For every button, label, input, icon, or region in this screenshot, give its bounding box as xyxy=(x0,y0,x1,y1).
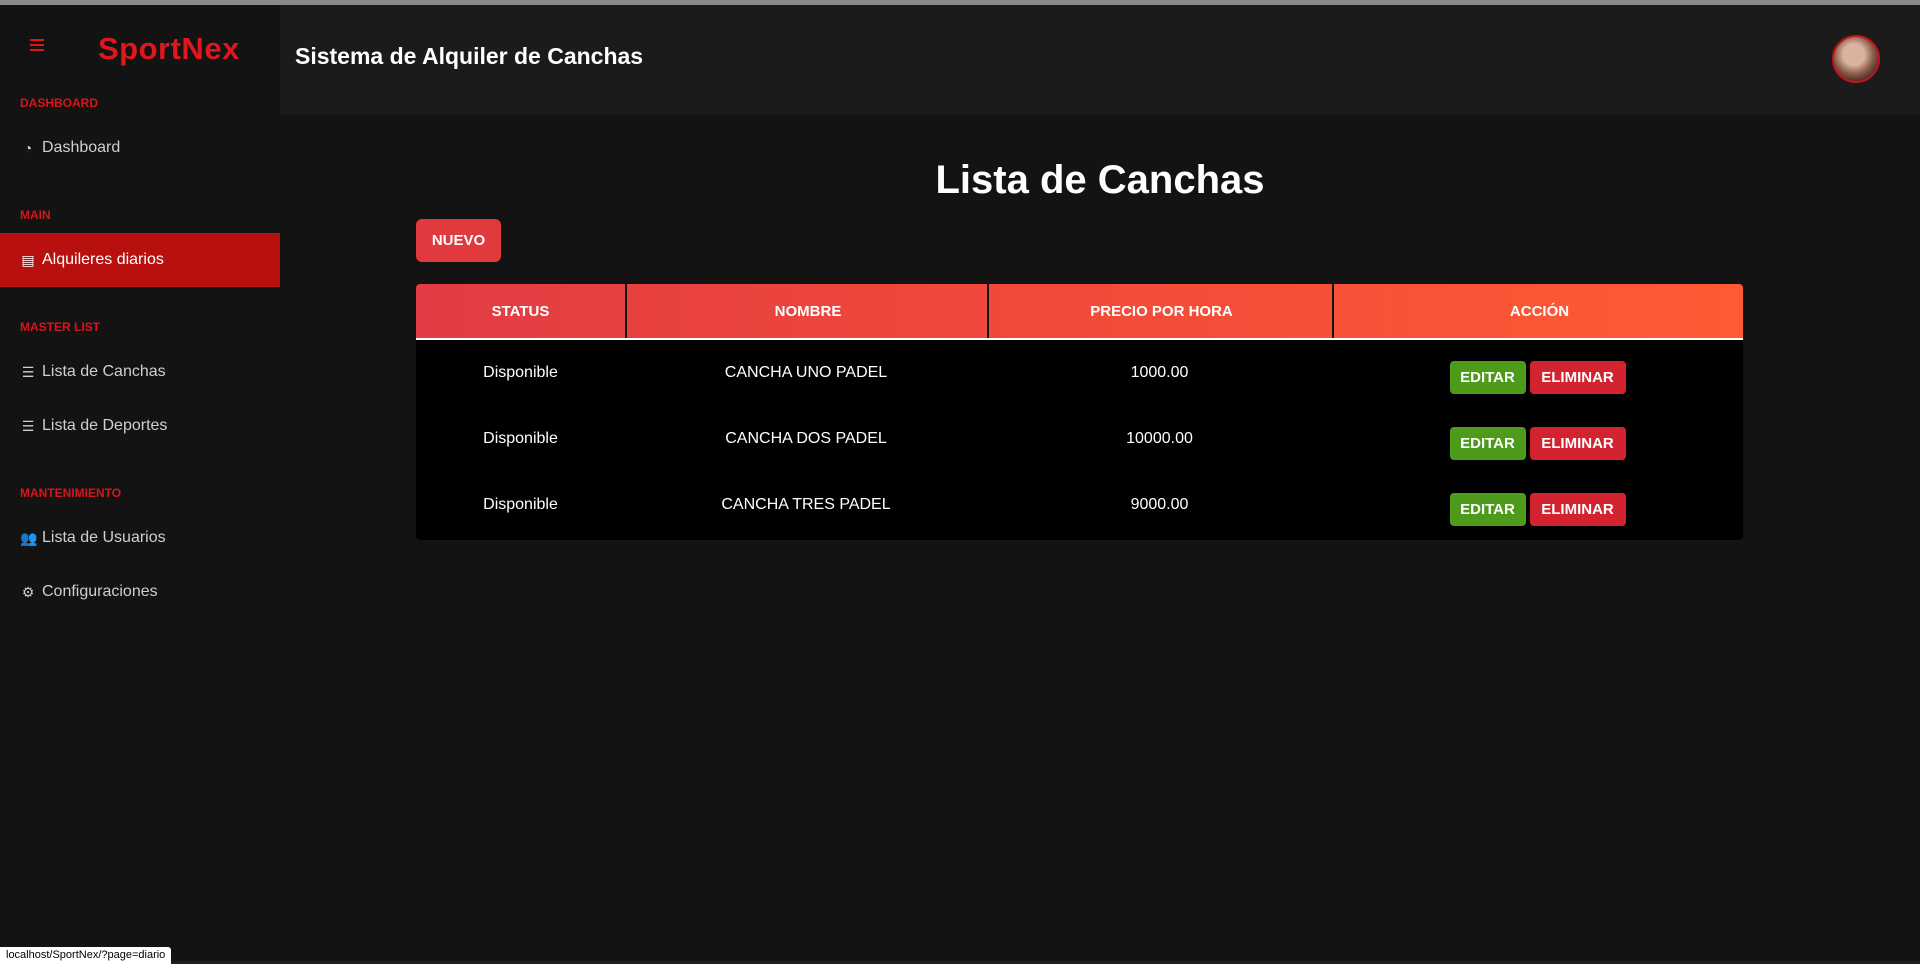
edit-button[interactable]: EDITAR xyxy=(1449,492,1526,526)
column-header-precio: PRECIO POR HORA xyxy=(987,284,1334,338)
delete-button[interactable]: ELIMINAR xyxy=(1529,492,1626,526)
sidebar-header: SportNex xyxy=(0,5,280,85)
page-title: Lista de Canchas xyxy=(935,158,1265,202)
cell-nombre: CANCHA DOS PADEL xyxy=(725,430,887,447)
column-header-status: STATUS xyxy=(491,302,550,320)
canchas-table: STATUS NOMBRE PRECIO POR HORA ACCIÓN Dis… xyxy=(416,284,1743,540)
sidebar-item-lista-usuarios[interactable]: 👥 Lista de Usuarios xyxy=(0,511,280,565)
cell-precio: 10000.00 xyxy=(1126,430,1193,447)
hamburger-menu-icon[interactable] xyxy=(30,39,44,54)
cell-status: Disponible xyxy=(483,430,558,447)
sidebar-item-lista-deportes[interactable]: ☰ Lista de Deportes xyxy=(0,399,280,453)
sidebar-item-label: Configuraciones xyxy=(42,583,158,600)
sidebar-item-lista-canchas[interactable]: ☰ Lista de Canchas xyxy=(0,345,280,399)
users-icon: 👥 xyxy=(20,529,38,546)
status-bar-url: localhost/SportNex/?page=diario xyxy=(0,947,172,964)
list-icon: ☰ xyxy=(21,417,35,434)
sidebar-item-label: Lista de Deportes xyxy=(42,417,168,434)
delete-button[interactable]: ELIMINAR xyxy=(1529,426,1626,460)
section-master-list: MASTER LIST xyxy=(20,320,100,334)
cell-nombre: CANCHA TRES PADEL xyxy=(721,496,891,513)
file-icon: ▤ xyxy=(21,251,35,268)
table-header: STATUS NOMBRE PRECIO POR HORA ACCIÓN xyxy=(416,284,1743,340)
sidebar-item-alquileres-diarios[interactable]: ▤ Alquileres diarios xyxy=(0,233,280,287)
table-row: Disponible CANCHA UNO PADEL 1000.00 EDIT… xyxy=(416,340,1743,406)
cell-nombre: CANCHA UNO PADEL xyxy=(724,364,888,381)
cell-actions: EDITAR ELIMINAR xyxy=(1332,340,1743,406)
column-header-nombre: NOMBRE xyxy=(625,284,989,338)
column-header-accion: ACCIÓN xyxy=(1332,284,1743,338)
edit-button[interactable]: EDITAR xyxy=(1449,426,1526,460)
section-dashboard: DASHBOARD xyxy=(20,96,98,110)
cell-actions: EDITAR ELIMINAR xyxy=(1332,406,1743,472)
sidebar-item-dashboard[interactable]: ◔ Dashboard xyxy=(0,121,280,175)
edit-button[interactable]: EDITAR xyxy=(1449,360,1526,394)
cell-precio: 9000.00 xyxy=(1130,496,1189,513)
gear-icon: ⚙ xyxy=(21,583,35,600)
new-button[interactable]: NUEVO xyxy=(416,219,501,262)
section-main: MAIN xyxy=(20,208,51,222)
cell-precio: 1000.00 xyxy=(1130,364,1189,381)
header-title: Sistema de Alquiler de Canchas xyxy=(295,43,644,69)
gauge-icon: ◔ xyxy=(23,140,33,156)
top-header: Sistema de Alquiler de Canchas xyxy=(280,5,1920,115)
user-avatar[interactable] xyxy=(1832,35,1880,83)
sidebar-item-label: Lista de Canchas xyxy=(42,363,166,380)
sidebar-item-label: Alquileres diarios xyxy=(42,251,164,268)
brand-logo[interactable]: SportNex xyxy=(98,31,240,67)
section-mantenimiento: MANTENIMIENTO xyxy=(20,486,122,500)
delete-button[interactable]: ELIMINAR xyxy=(1529,360,1626,394)
cell-status: Disponible xyxy=(483,364,558,381)
table-row: Disponible CANCHA DOS PADEL 10000.00 EDI… xyxy=(416,406,1743,472)
list-icon: ☰ xyxy=(21,363,35,380)
cell-status: Disponible xyxy=(483,496,558,513)
sidebar: SportNex DASHBOARD ◔ Dashboard MAIN ▤ Al… xyxy=(0,5,280,964)
sidebar-item-label: Lista de Usuarios xyxy=(42,529,166,546)
cell-actions: EDITAR ELIMINAR xyxy=(1332,472,1743,538)
sidebar-item-configuraciones[interactable]: ⚙ Configuraciones xyxy=(0,565,280,619)
table-row: Disponible CANCHA TRES PADEL 9000.00 EDI… xyxy=(416,472,1743,538)
sidebar-item-label: Dashboard xyxy=(42,139,121,156)
